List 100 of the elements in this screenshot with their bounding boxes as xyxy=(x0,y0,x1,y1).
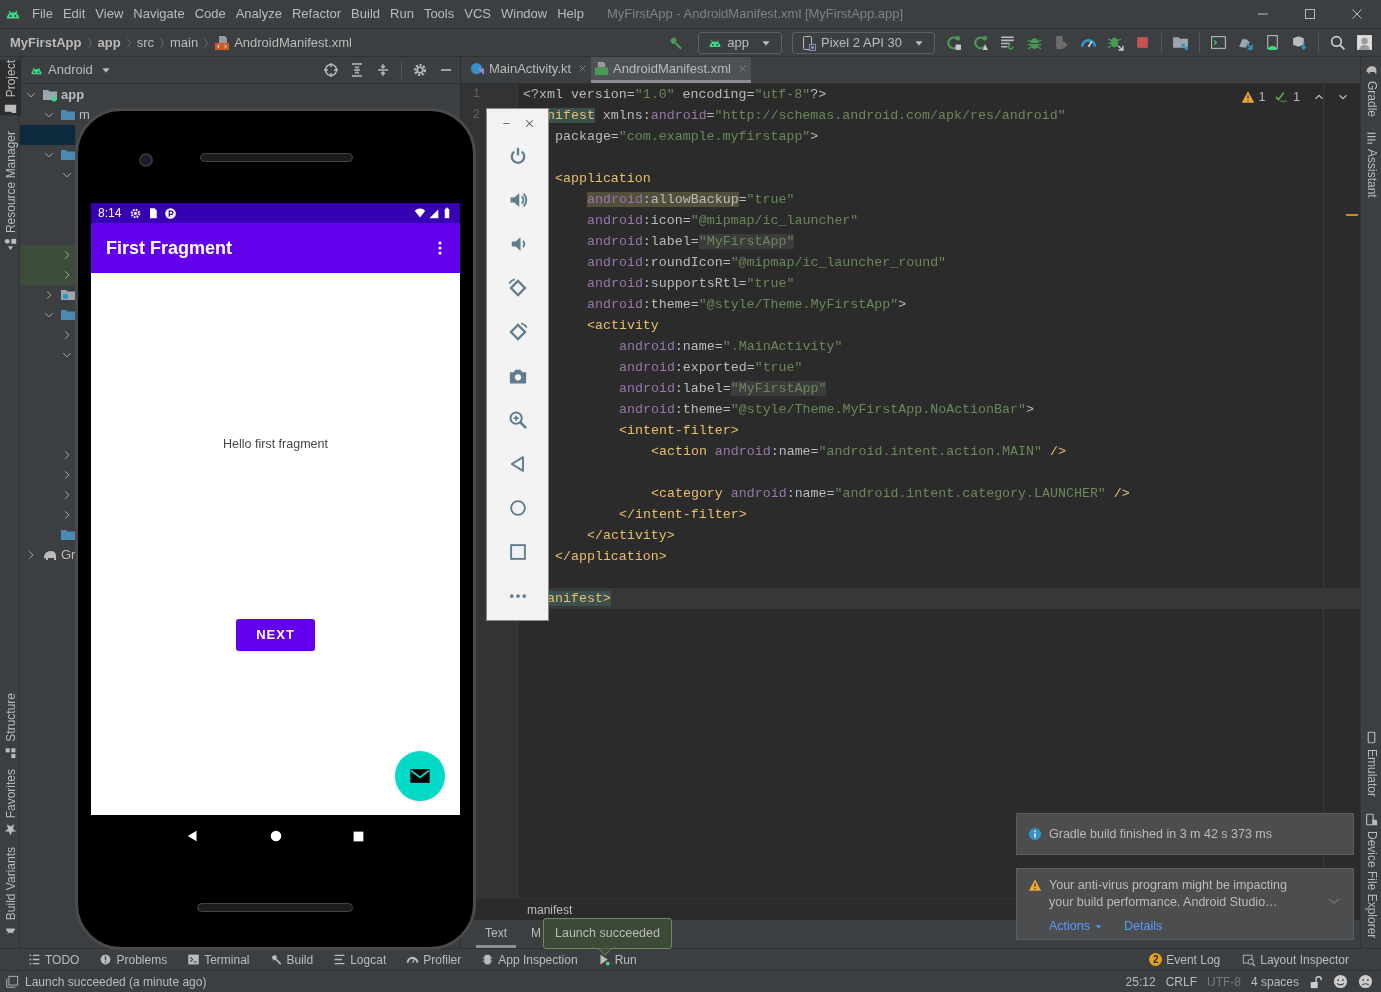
tool-window-tab[interactable]: Favorites xyxy=(0,769,21,837)
breadcrumb[interactable]: src xyxy=(136,32,154,53)
breadcrumb[interactable]: main xyxy=(169,32,199,53)
hammer-icon[interactable] xyxy=(668,34,685,51)
menu-item[interactable]: Code xyxy=(189,4,231,24)
menu-item[interactable]: Help xyxy=(552,4,589,24)
package-download-icon[interactable] xyxy=(1291,34,1308,51)
settings-icon[interactable] xyxy=(412,62,428,78)
body-text: Hello first fragment xyxy=(223,436,328,453)
profile-icon[interactable] xyxy=(1053,34,1070,51)
notification-count: 2 xyxy=(1149,953,1163,966)
smile-icon[interactable] xyxy=(1333,974,1348,989)
tool-window-button[interactable]: Run xyxy=(597,950,637,969)
tool-window-icon xyxy=(187,953,201,966)
zoom-in-icon[interactable] xyxy=(507,410,528,430)
overview-icon[interactable] xyxy=(507,542,528,562)
sync-folder-icon[interactable] xyxy=(1172,34,1189,51)
menu-item[interactable]: Run xyxy=(385,4,419,24)
project-view-dropdown[interactable]: Android xyxy=(29,60,113,80)
editor-tab[interactable]: AndroidManifest.xml xyxy=(591,57,751,83)
tool-window-icon xyxy=(4,823,17,837)
menu-item[interactable]: File xyxy=(27,4,58,24)
frown-icon[interactable] xyxy=(1358,974,1373,989)
tool-window-tab[interactable]: Assistant xyxy=(1361,131,1381,198)
fab-button[interactable] xyxy=(395,751,445,801)
warning-icon xyxy=(1028,878,1042,892)
cursor-position[interactable]: 25:12 xyxy=(1125,972,1156,991)
apply-changes-icon[interactable] xyxy=(972,34,989,51)
terminal-window-icon[interactable] xyxy=(1210,34,1227,51)
tool-window-tab[interactable]: Structure xyxy=(0,692,21,760)
tool-window-tab[interactable]: Gradle xyxy=(1361,63,1381,118)
menu-item[interactable]: Refactor xyxy=(286,4,347,24)
code-line: <intent-filter> xyxy=(619,422,739,440)
unlock-icon[interactable] xyxy=(1309,974,1323,989)
menu-item[interactable]: VCS xyxy=(459,4,496,24)
camera-lens xyxy=(139,153,153,167)
tool-windows-icon[interactable] xyxy=(5,974,19,989)
rotate-right-icon[interactable] xyxy=(507,322,528,342)
code-line: </intent-filter> xyxy=(619,506,747,524)
breadcrumb[interactable]: MyFirstApp xyxy=(10,32,82,53)
menu-item[interactable]: Tools xyxy=(418,4,460,24)
menu-item[interactable]: View xyxy=(90,4,129,24)
expand-all-icon[interactable] xyxy=(349,62,365,78)
tool-window-button[interactable]: Logcat xyxy=(333,950,387,969)
tool-window-button[interactable]: TODO xyxy=(28,950,80,969)
code-line: <application xyxy=(555,170,651,188)
tool-window-button[interactable]: App Inspection xyxy=(481,950,578,969)
home-icon[interactable] xyxy=(269,829,283,843)
menu-item[interactable]: Build xyxy=(346,4,385,24)
run-config-dropdown[interactable]: app xyxy=(698,31,783,54)
notification-link[interactable]: Details xyxy=(1124,917,1163,936)
xml-file-icon xyxy=(214,34,231,51)
tool-window-button[interactable]: Problems xyxy=(99,950,168,969)
tool-window-button[interactable]: Profiler xyxy=(406,950,462,969)
code-line: package="com.example.myfirstapp"> xyxy=(555,128,819,146)
signal-icon xyxy=(428,207,439,219)
tool-window-tab[interactable]: Device File Explorer xyxy=(1361,812,1381,938)
stop-icon[interactable] xyxy=(1134,34,1151,51)
rerun-icon[interactable] xyxy=(945,34,962,51)
line-separator[interactable]: CRLF xyxy=(1165,972,1197,991)
collapse-all-icon[interactable] xyxy=(375,62,391,78)
menu-item[interactable]: Navigate xyxy=(128,4,190,24)
menu-item[interactable]: Window xyxy=(495,4,553,24)
apply-code-icon[interactable] xyxy=(999,34,1016,51)
tool-window-tab[interactable]: Resource Manager xyxy=(0,131,21,252)
tool-window-button[interactable]: 2 Event Log xyxy=(1149,950,1221,969)
phone-icon xyxy=(801,34,818,51)
warning-icon[interactable] xyxy=(1240,90,1255,104)
breadcrumb[interactable]: app xyxy=(97,32,121,53)
tree-item[interactable]: Gr xyxy=(20,545,76,565)
indent-setting[interactable]: 4 spaces xyxy=(1250,972,1299,991)
maximize-icon[interactable] xyxy=(1302,6,1318,22)
weak-warning-icon[interactable] xyxy=(1275,90,1290,104)
tool-window-icon xyxy=(1365,730,1378,744)
menu-item[interactable]: Analyze xyxy=(230,4,287,24)
tool-window-button[interactable]: Layout Inspector xyxy=(1242,950,1349,969)
code-line: <activity xyxy=(587,317,659,335)
manifest-file-icon xyxy=(594,61,610,76)
code-line: android:label="MyFirstApp" xyxy=(619,380,827,398)
rotate-left-icon[interactable] xyxy=(507,278,528,298)
tree-item[interactable]: app xyxy=(20,85,85,105)
search-icon[interactable] xyxy=(1329,34,1346,51)
user-avatar-icon[interactable] xyxy=(1356,34,1373,51)
tool-window-tab[interactable]: Emulator xyxy=(1361,730,1381,797)
notification-link[interactable]: Actions xyxy=(1049,917,1104,936)
editor-tab[interactable]: MainActivity.kt xyxy=(467,57,592,83)
menu-item[interactable]: Edit xyxy=(57,4,91,24)
tool-window-tab[interactable]: Build Variants xyxy=(0,846,21,938)
breadcrumb[interactable]: AndroidManifest.xml xyxy=(214,32,352,53)
device-dropdown[interactable]: Pixel 2 API 30 xyxy=(792,31,935,54)
recents-icon[interactable] xyxy=(352,829,366,843)
tool-window-tab[interactable]: Project xyxy=(0,60,21,116)
sdk-manager-icon[interactable] xyxy=(1264,34,1281,51)
tree-item[interactable]: m xyxy=(20,105,90,125)
locate-icon[interactable] xyxy=(323,62,339,78)
next-button[interactable]: NEXT xyxy=(236,618,315,651)
tool-window-button[interactable]: Build xyxy=(269,950,314,969)
code-line: </application> xyxy=(555,548,667,566)
tool-window-button[interactable]: Terminal xyxy=(187,950,250,969)
breadcrumb[interactable]: manifest xyxy=(527,900,573,919)
